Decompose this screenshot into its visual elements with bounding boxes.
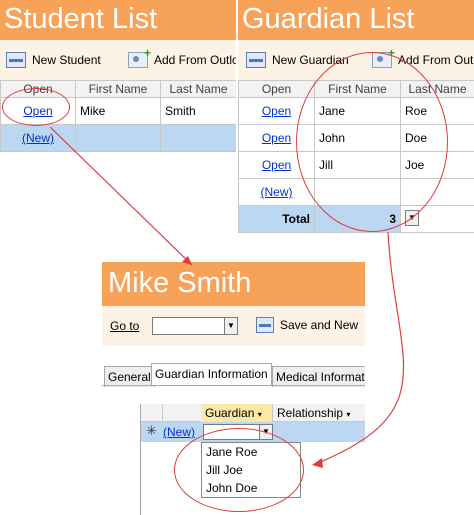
arrow-line <box>49 126 193 266</box>
arrow-curve <box>317 231 405 464</box>
annotation-arrows <box>49 126 405 468</box>
arrow-head <box>312 458 323 468</box>
